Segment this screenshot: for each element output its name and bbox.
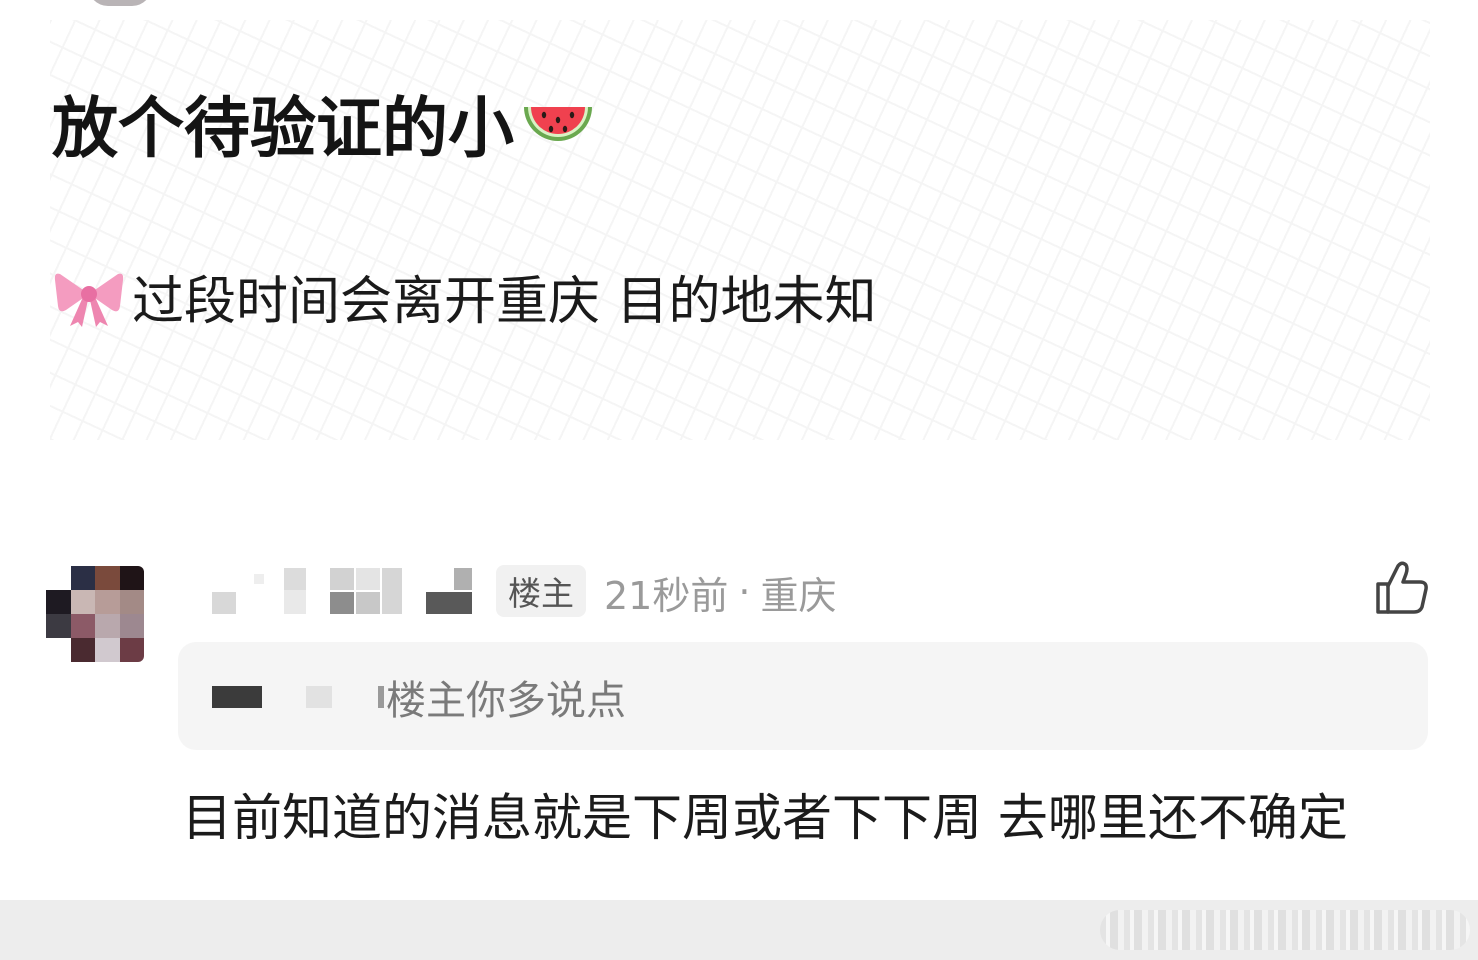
comment-reply-text: 目前知道的消息就是下周或者下下周 去哪里还不确定 [182,789,1348,847]
watermelon-icon [524,107,592,141]
op-badge: 楼主 [496,565,586,617]
commenter-username[interactable] [196,566,476,616]
post-body-text: 过段时间会离开重庆 目的地未知 [132,271,877,332]
quoted-comment-text: 楼主你多说点 [386,678,626,724]
post-title-text: 放个待验证的小 [52,90,514,167]
comment-meta: 21秒前 · 重庆 [604,565,836,619]
ribbon-icon [54,273,124,327]
post-title: 放个待验证的小 [52,78,598,168]
comment-location: 重庆 [760,573,837,618]
thumbs-up-icon[interactable] [1372,558,1432,618]
meta-separator: · [738,570,751,614]
post-page: 放个待验证的小 过段时间会离开重庆 目的地未知 楼主 21秒前 · 重庆 楼主你… [0,0,1478,960]
post-author-avatar[interactable] [88,0,152,6]
commenter-avatar[interactable] [46,566,144,662]
footer-watermark [1100,910,1470,950]
post-body: 过段时间会离开重庆 目的地未知 [52,258,877,334]
comment-time: 21秒前 [604,573,729,618]
quoted-comment-box[interactable] [178,642,1428,750]
